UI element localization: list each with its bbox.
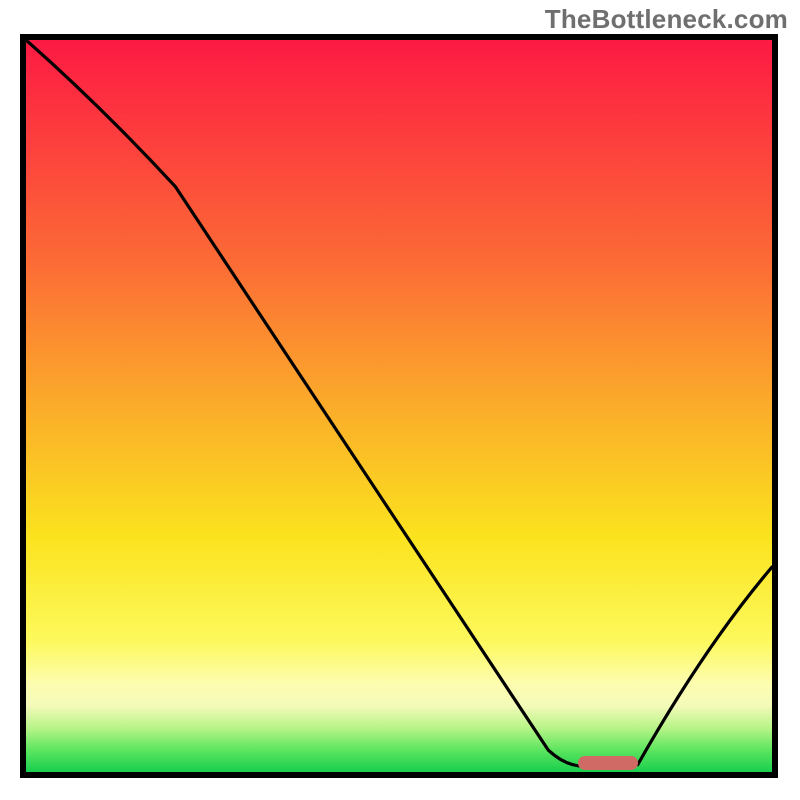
bottleneck-chart: TheBottleneck.com	[0, 0, 800, 800]
plot-frame	[20, 34, 778, 778]
bottleneck-curve-path	[26, 40, 772, 766]
plot-area	[26, 40, 772, 772]
watermark-text: TheBottleneck.com	[545, 4, 788, 35]
curve-svg	[26, 40, 772, 772]
optimal-range-marker	[578, 756, 638, 770]
